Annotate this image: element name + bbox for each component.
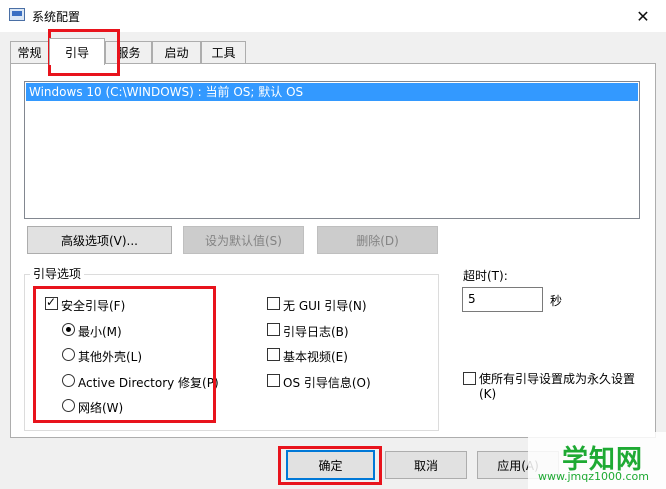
boot-options-label: 引导选项: [30, 265, 85, 282]
tab-tools[interactable]: 工具: [201, 41, 246, 63]
highlight-safe-boot: [33, 286, 216, 423]
timeout-unit: 秒: [550, 294, 563, 308]
os-list-item[interactable]: Windows 10 (C:\WINDOWS) : 当前 OS; 默认 OS: [26, 83, 638, 101]
base-video-checkbox[interactable]: [267, 348, 280, 361]
make-permanent-shortcut: (K): [479, 387, 497, 401]
timeout-label: 超时(T):: [463, 269, 508, 283]
no-gui-boot-checkbox[interactable]: [267, 297, 280, 310]
highlight-ok-button: [278, 446, 382, 485]
system-config-icon: [9, 8, 25, 21]
make-permanent-checkbox[interactable]: [463, 372, 476, 385]
advanced-options-button[interactable]: 高级选项(V)...: [27, 226, 172, 254]
set-default-button[interactable]: 设为默认值(S): [183, 226, 304, 254]
boot-log-checkbox[interactable]: [267, 323, 280, 336]
os-boot-info-checkbox[interactable]: [267, 374, 280, 387]
base-video-label: 基本视频(E): [283, 350, 348, 364]
os-list[interactable]: [24, 81, 640, 219]
watermark-url: www.jmqz1000.com: [538, 470, 649, 483]
timeout-input[interactable]: 5: [462, 287, 543, 312]
window-title: 系统配置: [32, 10, 81, 24]
boot-log-label: 引导日志(B): [283, 325, 349, 339]
os-boot-info-label: OS 引导信息(O): [283, 376, 371, 390]
make-permanent-label: 使所有引导设置成为永久设置: [479, 372, 636, 386]
tab-general[interactable]: 常规: [10, 41, 49, 63]
close-button[interactable]: ✕: [620, 0, 666, 32]
tab-boot[interactable]: 引导: [49, 38, 105, 65]
tab-startup[interactable]: 启动: [152, 41, 201, 63]
cancel-button[interactable]: 取消: [385, 451, 467, 479]
no-gui-boot-label: 无 GUI 引导(N): [283, 299, 367, 313]
title-bar: [0, 0, 666, 32]
delete-button[interactable]: 删除(D): [317, 226, 438, 254]
